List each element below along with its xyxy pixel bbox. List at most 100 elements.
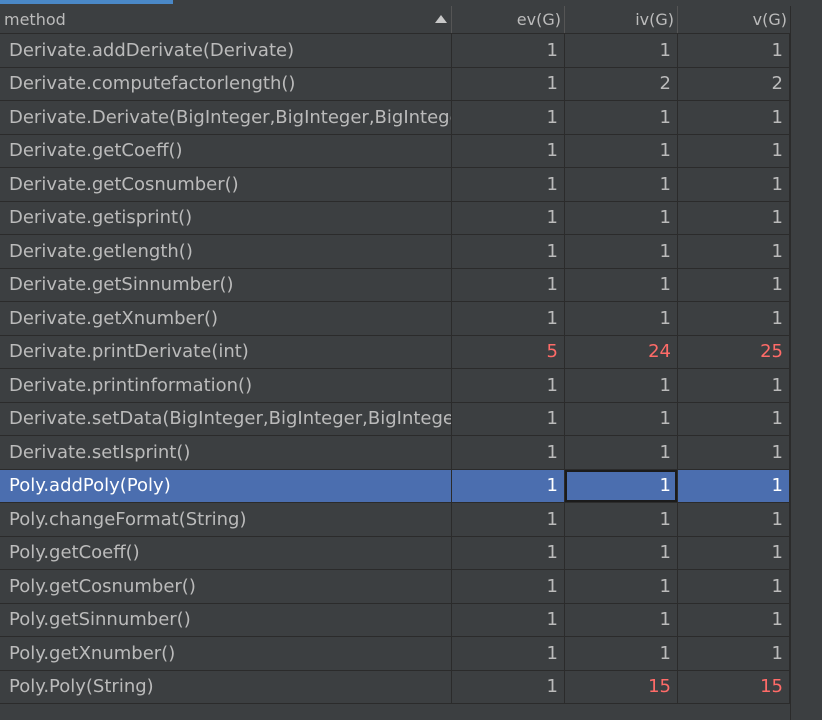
table-row[interactable]: Derivate.getSinnumber() 1 1 1	[0, 268, 790, 302]
ev-cell: 1	[452, 369, 565, 402]
v-cell: 1	[678, 201, 790, 234]
column-header-iv[interactable]: iv(G)	[565, 6, 678, 33]
iv-cell: 1	[565, 34, 678, 67]
ev-cell: 1	[452, 302, 565, 335]
method-cell: Derivate.getCoeff()	[0, 134, 452, 167]
ev-cell: 1	[452, 436, 565, 469]
table-row[interactable]: Derivate.getlength() 1 1 1	[0, 235, 790, 269]
v-cell: 1	[678, 134, 790, 167]
table-row[interactable]: Derivate.setIsprint() 1 1 1	[0, 436, 790, 470]
method-cell: Poly.getXnumber()	[0, 637, 452, 670]
method-cell: Derivate.printinformation()	[0, 369, 452, 402]
method-cell: Derivate.setIsprint()	[0, 436, 452, 469]
column-header-v-label: v(G)	[752, 10, 787, 29]
iv-cell: 1	[565, 201, 678, 234]
vertical-scrollbar-track[interactable]	[790, 6, 822, 720]
method-cell: Derivate.computefactorlength()	[0, 67, 452, 100]
iv-cell: 1	[565, 369, 678, 402]
iv-cell: 1	[565, 101, 678, 134]
iv-cell: 1	[565, 168, 678, 201]
method-cell: Derivate.getlength()	[0, 235, 452, 268]
iv-cell: 24	[565, 335, 678, 368]
v-cell: 1	[678, 603, 790, 636]
ev-cell: 1	[452, 134, 565, 167]
ev-cell: 1	[452, 469, 565, 502]
v-cell: 25	[678, 335, 790, 368]
v-cell: 1	[678, 637, 790, 670]
method-cell: Poly.getCoeff()	[0, 536, 452, 569]
v-cell: 1	[678, 34, 790, 67]
method-cell: Derivate.getXnumber()	[0, 302, 452, 335]
ev-cell: 1	[452, 603, 565, 636]
iv-cell: 1	[565, 637, 678, 670]
table-row[interactable]: Poly.Poly(String) 1 15 15	[0, 670, 790, 704]
ev-cell: 1	[452, 637, 565, 670]
v-cell: 15	[678, 670, 790, 703]
ev-cell: 1	[452, 503, 565, 536]
method-cell: Poly.getSinnumber()	[0, 603, 452, 636]
table-header: method ev(G) iv(G) v(G)	[0, 6, 790, 34]
metrics-panel: method ev(G) iv(G) v(G) Derivate.addDeri…	[0, 0, 822, 720]
ev-cell: 1	[452, 101, 565, 134]
active-tab-indicator[interactable]	[0, 0, 173, 4]
column-header-method-label: method	[4, 10, 66, 29]
table-row[interactable]: Derivate.getisprint() 1 1 1	[0, 201, 790, 235]
method-cell: Derivate.getSinnumber()	[0, 268, 452, 301]
table-body: Derivate.addDerivate(Derivate) 1 1 1 Der…	[0, 34, 790, 704]
table-row[interactable]: Derivate.getCosnumber() 1 1 1	[0, 168, 790, 202]
iv-cell: 1	[565, 503, 678, 536]
column-header-v[interactable]: v(G)	[678, 6, 790, 33]
ev-cell: 1	[452, 201, 565, 234]
v-cell: 1	[678, 436, 790, 469]
v-cell: 1	[678, 503, 790, 536]
table-row[interactable]: Poly.getCosnumber() 1 1 1	[0, 570, 790, 604]
iv-cell: 1	[565, 603, 678, 636]
ev-cell: 1	[452, 268, 565, 301]
column-header-method[interactable]: method	[0, 6, 452, 33]
iv-cell-focused[interactable]: 1	[565, 469, 678, 502]
table-row[interactable]: Derivate.computefactorlength() 1 2 2	[0, 67, 790, 101]
table-row[interactable]: Poly.getXnumber() 1 1 1	[0, 637, 790, 671]
method-cell: Derivate.addDerivate(Derivate)	[0, 34, 452, 67]
iv-cell: 1	[565, 436, 678, 469]
column-header-ev[interactable]: ev(G)	[452, 6, 565, 33]
table-row[interactable]: Derivate.printDerivate(int) 5 24 25	[0, 335, 790, 369]
v-cell: 1	[678, 268, 790, 301]
iv-cell: 1	[565, 235, 678, 268]
iv-cell: 1	[565, 570, 678, 603]
method-cell: Derivate.setData(BigInteger,BigInteger,B…	[0, 402, 452, 435]
sort-ascending-icon	[435, 15, 447, 23]
v-cell: 1	[678, 235, 790, 268]
method-cell: Derivate.getCosnumber()	[0, 168, 452, 201]
method-cell: Derivate.printDerivate(int)	[0, 335, 452, 368]
table-row[interactable]: Derivate.Derivate(BigInteger,BigInteger,…	[0, 101, 790, 135]
table-row[interactable]: Derivate.setData(BigInteger,BigInteger,B…	[0, 402, 790, 436]
ev-cell: 1	[452, 67, 565, 100]
ev-cell: 5	[452, 335, 565, 368]
table-row-selected[interactable]: Poly.addPoly(Poly) 1 1 1	[0, 469, 790, 503]
column-header-iv-label: iv(G)	[635, 10, 674, 29]
v-cell: 2	[678, 67, 790, 100]
table-row[interactable]: Poly.changeFormat(String) 1 1 1	[0, 503, 790, 537]
table-row[interactable]: Derivate.printinformation() 1 1 1	[0, 369, 790, 403]
iv-cell: 1	[565, 302, 678, 335]
table-row[interactable]: Derivate.getXnumber() 1 1 1	[0, 302, 790, 336]
v-cell: 1	[678, 369, 790, 402]
table-row[interactable]: Poly.getSinnumber() 1 1 1	[0, 603, 790, 637]
table-row[interactable]: Poly.getCoeff() 1 1 1	[0, 536, 790, 570]
ev-cell: 1	[452, 34, 565, 67]
iv-cell: 1	[565, 268, 678, 301]
ev-cell: 1	[452, 670, 565, 703]
method-cell: Poly.addPoly(Poly)	[0, 469, 452, 502]
table-row[interactable]: Derivate.getCoeff() 1 1 1	[0, 134, 790, 168]
table-row[interactable]: Derivate.addDerivate(Derivate) 1 1 1	[0, 34, 790, 68]
ev-cell: 1	[452, 235, 565, 268]
v-cell: 1	[678, 570, 790, 603]
iv-cell: 2	[565, 67, 678, 100]
method-cell: Poly.Poly(String)	[0, 670, 452, 703]
iv-cell: 15	[565, 670, 678, 703]
v-cell: 1	[678, 302, 790, 335]
method-cell: Poly.changeFormat(String)	[0, 503, 452, 536]
ev-cell: 1	[452, 402, 565, 435]
iv-cell: 1	[565, 536, 678, 569]
